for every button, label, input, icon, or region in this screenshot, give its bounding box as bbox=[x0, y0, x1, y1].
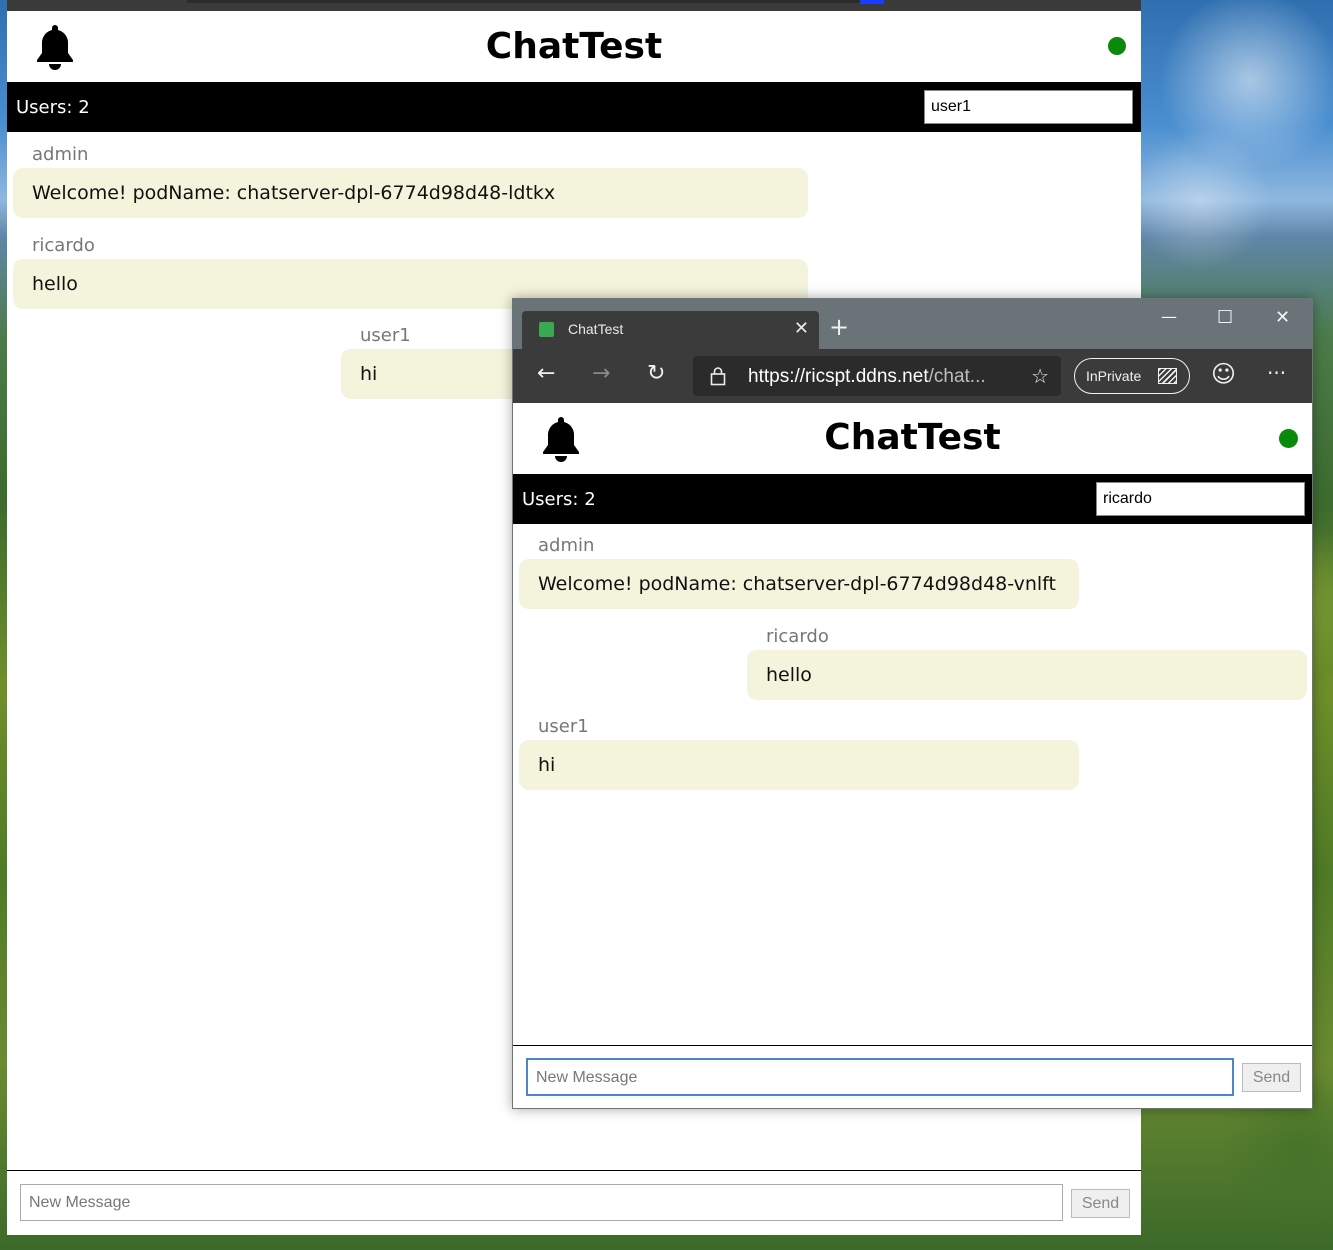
favorite-star-icon[interactable]: ☆ bbox=[1031, 364, 1049, 388]
message-bubble: Welcome! podName: chatserver-dpl-6774d98… bbox=[519, 559, 1079, 609]
url-text: https://ricspt.ddns.net/chat... bbox=[748, 366, 1008, 388]
users-count-label: Users: 2 bbox=[16, 97, 90, 118]
message-author: ricardo bbox=[766, 626, 829, 647]
message-author: user1 bbox=[360, 325, 411, 346]
lock-icon bbox=[710, 367, 726, 386]
message-author: admin bbox=[32, 144, 89, 165]
message-bubble: hi bbox=[519, 740, 1079, 790]
more-options-icon[interactable]: ··· bbox=[1267, 363, 1286, 383]
front-chat-app: ChatTest Users: 2 ricardo admin Welcome!… bbox=[513, 403, 1312, 1108]
app-title: ChatTest bbox=[824, 417, 1001, 458]
send-button[interactable]: Send bbox=[1242, 1063, 1301, 1092]
back-window-chrome bbox=[7, 0, 1141, 11]
front-browser-window: ChatTest ✕ + — ☐ ✕ ← → ↻ https://ricspt.… bbox=[512, 298, 1313, 1109]
inprivate-icon bbox=[1158, 368, 1177, 384]
composer-divider bbox=[7, 1170, 1141, 1171]
users-count-label: Users: 2 bbox=[522, 489, 596, 510]
url-rest: /chat... bbox=[928, 366, 986, 387]
back-address-bar-sliver bbox=[187, 0, 867, 3]
message-bubble: hello bbox=[747, 650, 1307, 700]
window-close-icon[interactable]: ✕ bbox=[1275, 307, 1290, 328]
username-input[interactable]: ricardo bbox=[1096, 482, 1305, 516]
new-message-input[interactable]: New Message bbox=[20, 1184, 1063, 1221]
tab-strip: ChatTest ✕ + — ☐ ✕ bbox=[513, 299, 1312, 349]
message-author: user1 bbox=[538, 716, 589, 737]
connection-status-dot bbox=[1108, 37, 1126, 55]
new-tab-icon[interactable]: + bbox=[829, 315, 849, 339]
refresh-icon[interactable]: ↻ bbox=[647, 363, 665, 385]
site-favicon-icon bbox=[539, 322, 554, 337]
send-button[interactable]: Send bbox=[1071, 1189, 1130, 1218]
app-title: ChatTest bbox=[485, 26, 663, 67]
browser-toolbar: ← → ↻ https://ricspt.ddns.net/chat... ☆ … bbox=[513, 349, 1312, 403]
front-users-bar: Users: 2 ricardo bbox=[513, 474, 1312, 524]
address-bar[interactable]: https://ricspt.ddns.net/chat... ☆ bbox=[693, 356, 1061, 396]
back-arrow-icon[interactable]: ← bbox=[537, 363, 555, 385]
inprivate-label: InPrivate bbox=[1086, 368, 1142, 384]
tab-chattest[interactable]: ChatTest ✕ bbox=[522, 311, 819, 349]
tab-close-icon[interactable]: ✕ bbox=[794, 318, 809, 339]
inprivate-badge[interactable]: InPrivate bbox=[1074, 358, 1190, 394]
username-input[interactable]: user1 bbox=[924, 90, 1133, 124]
front-app-header: ChatTest bbox=[513, 403, 1312, 474]
tab-title: ChatTest bbox=[568, 321, 624, 337]
message-author: admin bbox=[538, 535, 595, 556]
url-main: https://ricspt.ddns.net bbox=[748, 366, 929, 387]
feedback-smiley-icon[interactable]: ☺ bbox=[1211, 362, 1236, 386]
connection-status-dot bbox=[1279, 429, 1298, 448]
back-app-header: ChatTest bbox=[7, 11, 1141, 82]
message-bubble: Welcome! podName: chatserver-dpl-6774d98… bbox=[13, 168, 808, 218]
forward-arrow-icon[interactable]: → bbox=[592, 363, 610, 385]
minimize-icon[interactable]: — bbox=[1161, 307, 1177, 326]
back-toolbar-icon-sliver bbox=[860, 0, 884, 4]
composer-divider bbox=[513, 1045, 1312, 1046]
message-author: ricardo bbox=[32, 235, 95, 256]
back-users-bar: Users: 2 user1 bbox=[7, 82, 1141, 132]
maximize-icon[interactable]: ☐ bbox=[1217, 307, 1233, 328]
new-message-input[interactable]: New Message bbox=[526, 1058, 1234, 1096]
